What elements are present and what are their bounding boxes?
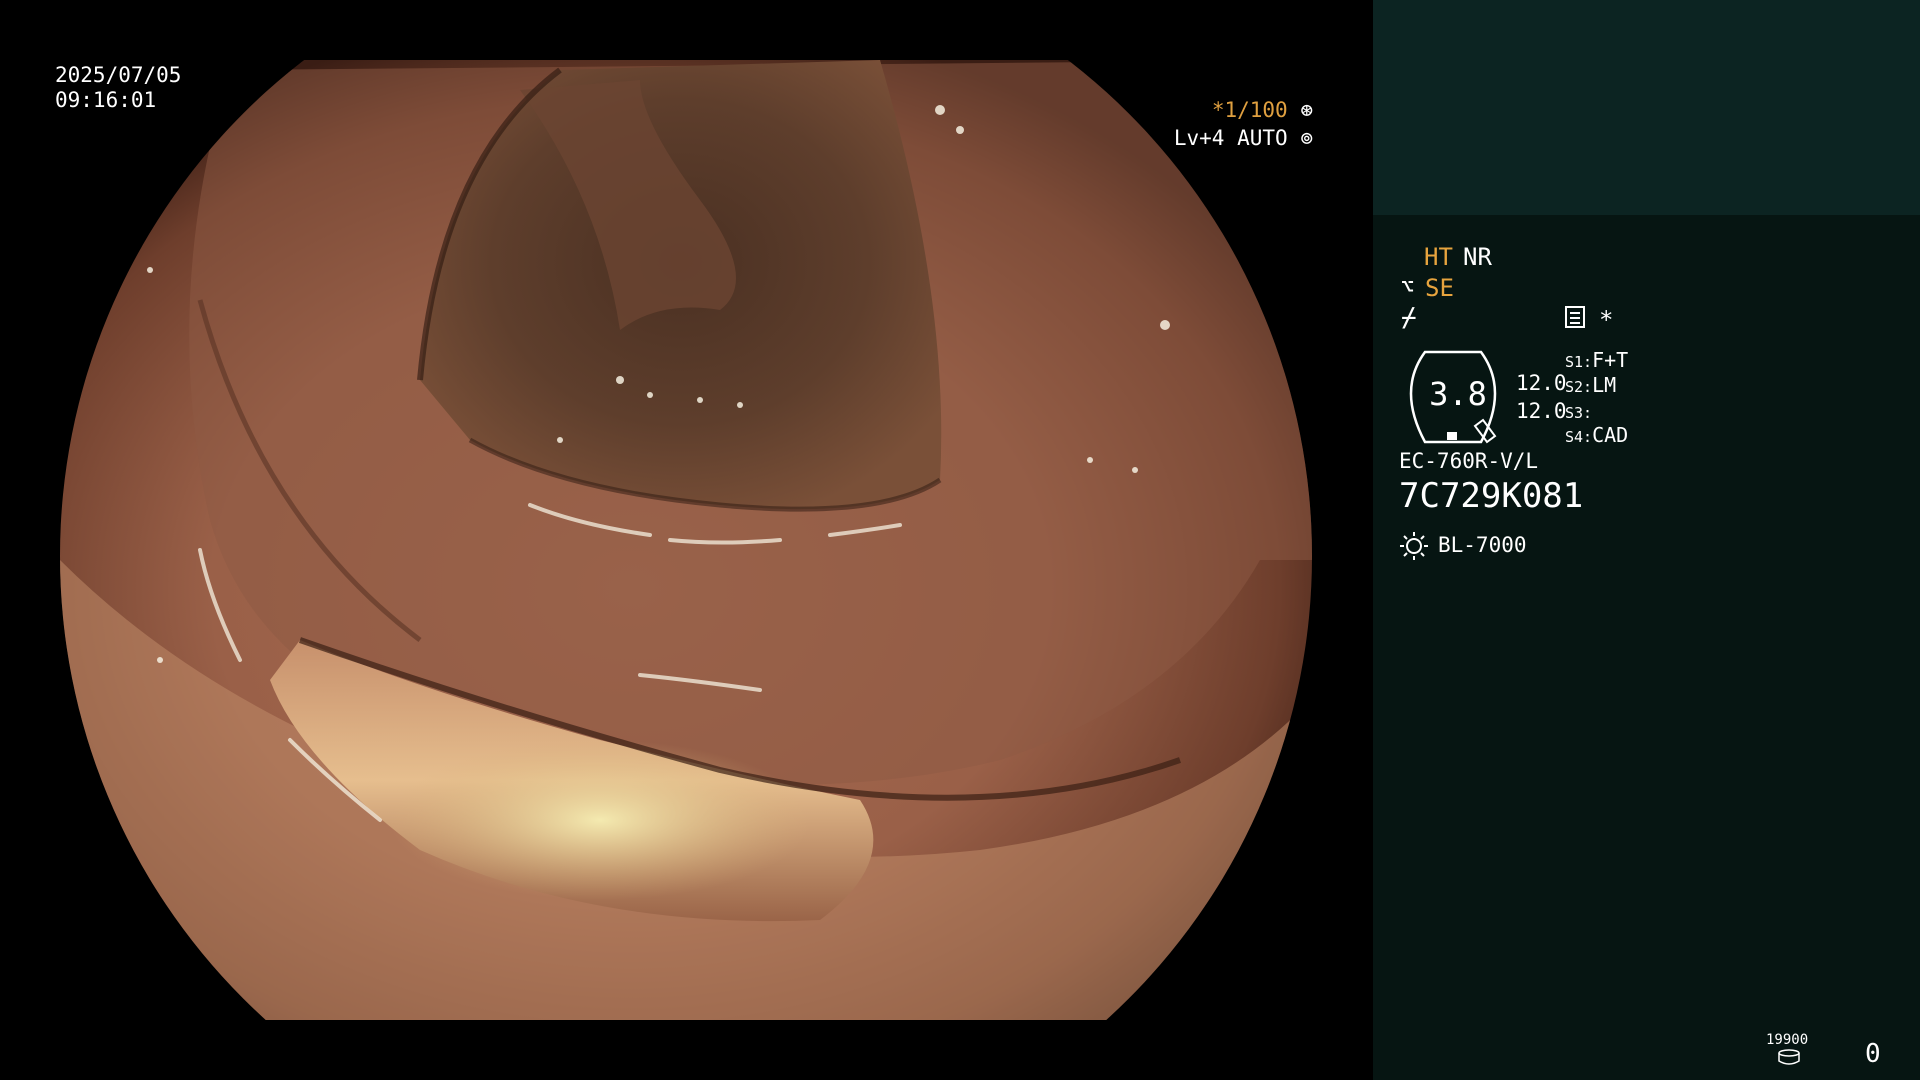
iris-icon: ⊚ <box>1300 126 1313 150</box>
scope-serial: 7C729K081 <box>1399 476 1584 516</box>
switch-key: S1: <box>1565 353 1593 371</box>
shutter-value: *1/100 <box>1211 98 1288 122</box>
scope-model: EC-760R-V/L <box>1399 449 1539 473</box>
switch-key: S3: <box>1565 404 1593 422</box>
light-source-model: BL-7000 <box>1438 533 1527 557</box>
switch-value: CAD <box>1592 423 1629 447</box>
endoscopic-image <box>60 60 1312 1020</box>
counter-small: 19900 <box>1766 1032 1809 1048</box>
auto-label: AUTO <box>1237 126 1288 150</box>
nr-indicator: NR <box>1463 243 1492 271</box>
value-2: 12.0 <box>1516 399 1567 423</box>
shutter-indicator: *1/100 ⊛ <box>1212 98 1313 123</box>
level-value: Lv+4 <box>1173 126 1225 150</box>
disk-icon <box>1778 1049 1800 1065</box>
panel-top-area <box>1373 0 1920 215</box>
menu-list-icon <box>1565 306 1585 328</box>
light-source-icon <box>1400 532 1428 560</box>
date-text: 2025/07/05 <box>55 63 182 87</box>
switch-key: S2: <box>1565 378 1593 396</box>
info-panel: HT NR ⌥ SE ⌿ * 3.8 12.0 12.0 S1:F+T S2:L… <box>1373 0 1920 1080</box>
switch-key: S4: <box>1565 428 1593 446</box>
switch-4: S4:CAD <box>1565 421 1628 451</box>
se-indicator: SE <box>1425 274 1454 302</box>
counter-main: 0 <box>1865 1039 1881 1069</box>
ht-indicator: HT <box>1424 243 1453 271</box>
switch-value: LM <box>1592 373 1617 397</box>
aperture-icon: ⊛ <box>1300 98 1313 122</box>
gauge-value: 3.8 <box>1429 375 1487 413</box>
time-text: 09:16:01 <box>55 88 157 112</box>
datetime-display: 2025/07/05 09:16:01 <box>55 63 181 113</box>
exposure-indicator: Lv+4 AUTO ⊚ <box>1174 126 1313 151</box>
switch-value: F+T <box>1592 348 1629 372</box>
structure-enhance-icon: ⌥ <box>1401 275 1415 300</box>
freeze-off-icon: ⌿ <box>1401 303 1417 333</box>
endoscope-view: 2025/07/05 09:16:01 *1/100 ⊛ Lv+4 AUTO ⊚ <box>0 0 1373 1080</box>
value-1: 12.0 <box>1516 371 1567 395</box>
star-indicator: * <box>1599 306 1614 334</box>
